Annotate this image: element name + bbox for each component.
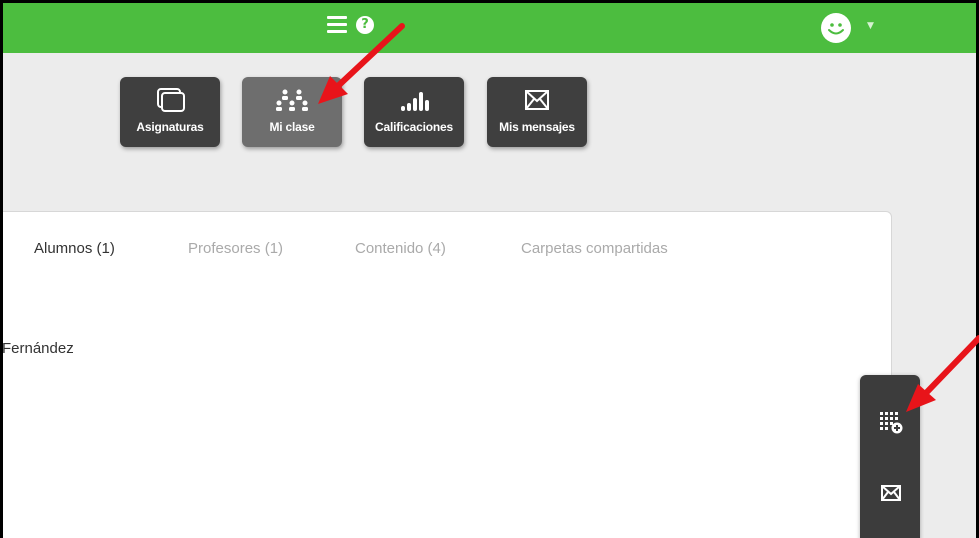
class-group-icon <box>276 89 308 111</box>
nav-mi-clase-button[interactable]: Mi clase <box>242 77 342 147</box>
envelope-icon <box>881 485 901 501</box>
nav-label: Asignaturas <box>136 120 204 134</box>
subjects-icon <box>157 88 185 112</box>
class-card: Alumnos (1) Profesores (1) Contenido (4)… <box>3 211 892 538</box>
envelope-icon <box>525 90 549 110</box>
add-grid-icon <box>880 412 903 434</box>
add-grid-button[interactable] <box>877 409 905 437</box>
student-list-item[interactable]: Fernández <box>3 340 74 357</box>
app-frame: ? ▼ Asignaturas Mi clase Calificaciones … <box>3 3 976 538</box>
tab-carpetas-compartidas[interactable]: Carpetas compartidas <box>521 240 668 257</box>
user-menu-caret-icon[interactable]: ▼ <box>867 21 874 31</box>
help-icon[interactable]: ? <box>356 16 374 34</box>
user-avatar-smiley-icon[interactable] <box>821 13 851 43</box>
nav-asignaturas-button[interactable]: Asignaturas <box>120 77 220 147</box>
nav-calificaciones-button[interactable]: Calificaciones <box>364 77 464 147</box>
hamburger-menu-icon[interactable] <box>327 16 347 34</box>
nav-label: Calificaciones <box>375 120 453 134</box>
tab-contenido[interactable]: Contenido (4) <box>355 240 446 257</box>
message-button[interactable] <box>877 479 905 507</box>
nav-label: Mis mensajes <box>499 120 575 134</box>
floating-action-panel <box>860 375 920 538</box>
tab-alumnos[interactable]: Alumnos (1) <box>34 240 115 257</box>
top-bar: ? ▼ <box>3 3 976 53</box>
nav-mis-mensajes-button[interactable]: Mis mensajes <box>487 77 587 147</box>
nav-label: Mi clase <box>269 120 315 134</box>
grades-chart-icon <box>401 92 429 111</box>
tab-profesores[interactable]: Profesores (1) <box>188 240 283 257</box>
